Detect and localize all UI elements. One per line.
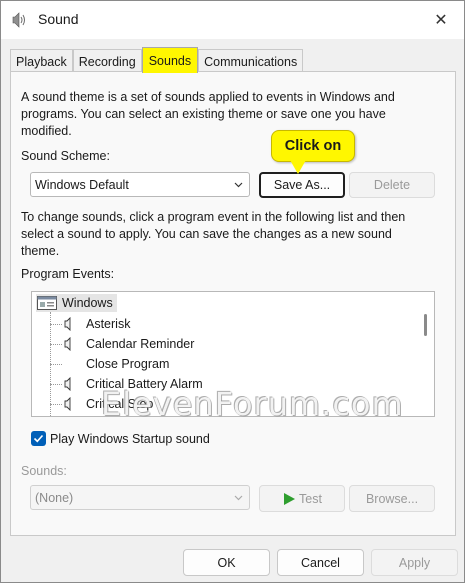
program-events-label: Program Events: — [21, 267, 115, 281]
startup-sound-checkbox-row[interactable]: Play Windows Startup sound — [31, 431, 210, 446]
speaker-icon — [64, 337, 71, 351]
scrollbar-thumb[interactable] — [424, 314, 427, 336]
ok-button[interactable]: OK — [183, 549, 270, 576]
tab-recording[interactable]: Recording — [72, 49, 142, 73]
chevron-down-icon — [234, 495, 243, 501]
speaker-icon — [64, 397, 71, 411]
tab-sounds[interactable]: Sounds — [141, 47, 199, 73]
sound-scheme-label: Sound Scheme: — [21, 149, 110, 163]
sounds-label: Sounds: — [21, 464, 67, 478]
window-title: Sound — [38, 11, 79, 27]
list-item[interactable]: Close Program — [48, 354, 169, 374]
close-icon: ✕ — [434, 12, 448, 29]
apply-button[interactable]: Apply — [371, 549, 458, 576]
chevron-down-icon — [234, 182, 243, 188]
play-icon — [284, 492, 296, 505]
startup-sound-checkbox[interactable] — [31, 431, 46, 446]
window-icon — [37, 296, 57, 310]
speaker-icon — [64, 317, 71, 331]
tab-strip: Playback Recording Sounds Communications — [10, 47, 304, 73]
browse-button[interactable]: Browse... — [349, 485, 435, 512]
tab-playback[interactable]: Playback — [10, 49, 73, 73]
sounds-dropdown[interactable]: (None) — [30, 485, 250, 510]
list-item[interactable]: Asterisk — [48, 314, 130, 334]
sound-dialog: Sound ✕ Playback Recording Sounds Commun… — [0, 0, 465, 583]
test-button[interactable]: Test — [259, 485, 345, 512]
speaker-icon — [64, 377, 71, 391]
cancel-button[interactable]: Cancel — [277, 549, 364, 576]
speaker-icon — [12, 12, 25, 28]
sound-scheme-value: Windows Default — [35, 177, 129, 192]
callout-tail — [290, 160, 306, 174]
list-item[interactable]: Calendar Reminder — [48, 334, 194, 354]
checkmark-icon — [33, 434, 44, 443]
title-bar: Sound ✕ — [1, 1, 464, 39]
click-on-callout: Click on — [271, 130, 355, 162]
startup-sound-label: Play Windows Startup sound — [50, 431, 210, 446]
sound-scheme-dropdown[interactable]: Windows Default — [30, 172, 250, 197]
theme-description: A sound theme is a set of sounds applied… — [21, 90, 395, 138]
tab-communications[interactable]: Communications — [198, 49, 304, 73]
save-as-button[interactable]: Save As... — [259, 172, 345, 198]
list-root-windows[interactable]: Windows — [36, 294, 117, 312]
instructions-text: To change sounds, click a program event … — [21, 210, 406, 258]
delete-button[interactable]: Delete — [349, 172, 435, 198]
close-button[interactable]: ✕ — [418, 1, 464, 39]
watermark: ElevenForum.com — [101, 385, 404, 423]
sounds-value: (None) — [35, 490, 74, 505]
